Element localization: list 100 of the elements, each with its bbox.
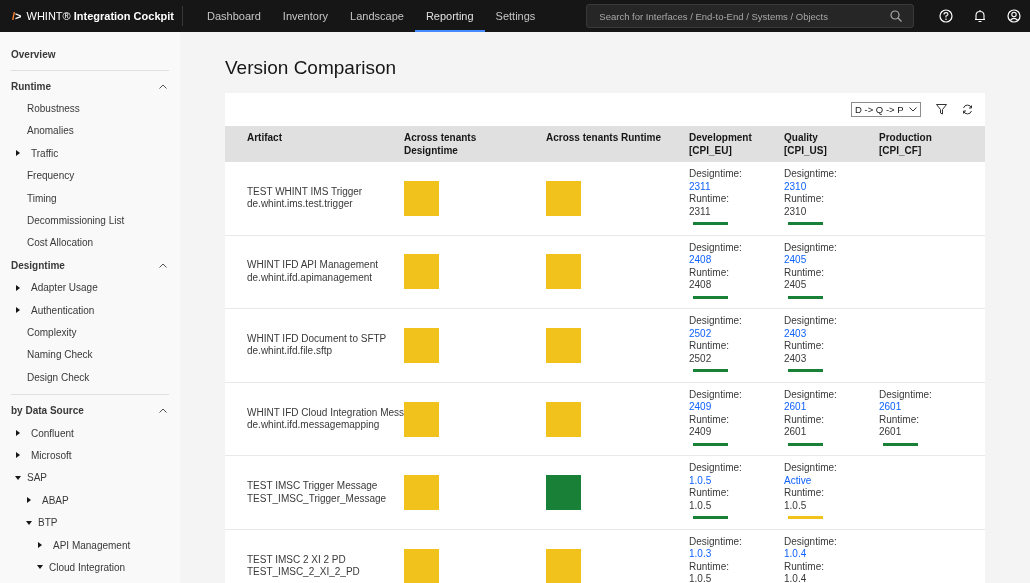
- version-link[interactable]: 2310: [784, 180, 807, 193]
- version-value: 2310: [784, 205, 807, 218]
- version-value: 1.0.4: [784, 573, 807, 583]
- artifact-id: de.whint.ims.test.trigger: [247, 198, 354, 211]
- version-label: Designtime:: [689, 241, 742, 255]
- sidebar-item[interactable]: Robustness: [11, 97, 169, 120]
- version-label: Runtime:: [879, 413, 919, 427]
- version-label: Runtime:: [784, 340, 824, 353]
- artifact-name: WHINT IFD API Management: [247, 259, 379, 272]
- sidebar-item[interactable]: Cloud Integration: [11, 556, 169, 579]
- version-label: Runtime:: [784, 487, 824, 500]
- version-value: 2502: [689, 352, 712, 366]
- page-title: Version Comparison: [225, 56, 398, 80]
- version-link[interactable]: 2403: [784, 327, 807, 341]
- version-value: 1.0.5: [689, 499, 712, 513]
- version-label: Designtime:: [689, 168, 742, 181]
- nav-tab[interactable]: Landscape: [339, 0, 415, 32]
- nav-tab[interactable]: Inventory: [271, 0, 340, 32]
- version-link[interactable]: 2502: [689, 327, 712, 341]
- artifact-name: WHINT IFD Document to SFTP: [247, 333, 388, 346]
- version-label: Designtime:: [689, 315, 742, 328]
- sidebar-item[interactable]: Complexity: [11, 321, 169, 344]
- sidebar-item[interactable]: Cost Allocation: [11, 231, 169, 255]
- version-label: Designtime:: [784, 535, 837, 549]
- version-label: Designtime:: [689, 388, 742, 402]
- logo-mark: />: [12, 10, 22, 22]
- version-label: Runtime:: [689, 560, 729, 574]
- product-name: WHINT® Integration Cockpit: [26, 10, 174, 22]
- artifact-name: TEST IMSC 2 XI 2 PD: [247, 553, 347, 567]
- version-label: Designtime:: [784, 388, 837, 402]
- version-link[interactable]: 2601: [784, 401, 807, 414]
- artifact-id: de.whint.ifd.apimanagement: [247, 271, 374, 285]
- version-label: Runtime:: [689, 266, 729, 280]
- sidebar-item[interactable]: Decommissioning List: [11, 209, 169, 232]
- search-field[interactable]: Search for Interfaces / End-to-End / Systems / Objects: [586, 4, 915, 28]
- version-link[interactable]: 2311: [689, 180, 711, 193]
- version-label: Runtime:: [689, 487, 729, 500]
- version-label: Designtime:: [784, 462, 837, 475]
- sidebar-item[interactable]: Traffic: [11, 142, 169, 165]
- column-header: Artifact: [225, 126, 404, 162]
- sidebar-section[interactable]: Runtime: [11, 75, 169, 98]
- sidebar-item[interactable]: Authentication: [11, 298, 169, 322]
- version-value: 1.0.5: [689, 573, 712, 583]
- version-label: Designtime:: [689, 535, 742, 549]
- version-label: Designtime:: [784, 241, 837, 255]
- artifact-id: de.whint.ifd.file.sftp: [247, 345, 334, 358]
- path-select[interactable]: D -> Q -> P: [851, 102, 921, 117]
- version-link[interactable]: 1.0.3: [689, 548, 712, 561]
- artifact-id: de.whint.ifd.messagemapping: [247, 419, 381, 432]
- column-header: Production [CPI_CF]: [879, 126, 985, 162]
- version-link[interactable]: 2601: [879, 401, 902, 414]
- version-link[interactable]: 2409: [689, 401, 712, 414]
- version-value: 1.0.5: [784, 499, 807, 513]
- artifact-id: TEST_IMSC_Trigger_Message: [247, 492, 388, 506]
- version-link[interactable]: Active: [784, 474, 812, 488]
- sidebar-item[interactable]: Frequency: [11, 164, 169, 187]
- version-value: 2601: [879, 426, 902, 439]
- version-label: Designtime:: [784, 315, 837, 328]
- sidebar-section[interactable]: Designtime: [11, 254, 169, 277]
- nav-tab[interactable]: Dashboard: [196, 0, 272, 32]
- sidebar-item[interactable]: ABAP: [11, 489, 169, 512]
- column-header: Across tenants Runtime: [546, 126, 689, 162]
- version-value: 2311: [689, 205, 711, 218]
- version-link[interactable]: 2408: [689, 254, 712, 267]
- sidebar-item[interactable]: BTP: [11, 511, 169, 534]
- version-value: 2408: [689, 279, 712, 292]
- artifact-name: TEST IMSC Trigger Message: [247, 480, 379, 493]
- version-link[interactable]: 1.0.4: [784, 548, 807, 561]
- artifact-name: WHINT IFD Cloud Integration Mess: [247, 406, 404, 420]
- version-label: Runtime:: [689, 193, 729, 206]
- version-label: Runtime:: [689, 340, 729, 353]
- version-value: 2601: [784, 426, 807, 439]
- version-link[interactable]: 2405: [784, 254, 807, 267]
- sidebar-item[interactable]: Adapter Usage: [11, 276, 169, 299]
- version-label: Runtime:: [784, 413, 824, 427]
- version-label: Designtime:: [784, 168, 837, 181]
- version-label: Designtime:: [879, 388, 932, 402]
- sidebar-item[interactable]: Design Check: [11, 366, 169, 389]
- sidebar-item[interactable]: Confluent: [11, 421, 169, 445]
- column-header: Across tenants Designtime: [404, 126, 546, 162]
- sidebar-item[interactable]: Microsoft: [11, 444, 169, 467]
- version-label: Runtime:: [784, 193, 824, 206]
- column-header: Quality [CPI_US]: [784, 126, 879, 162]
- sidebar-link[interactable]: Overview: [11, 44, 169, 64]
- version-label: Designtime:: [689, 462, 742, 475]
- version-label: Runtime:: [689, 413, 729, 427]
- sidebar-section[interactable]: by Data Source: [11, 399, 169, 422]
- artifact-id: TEST_IMSC_2_XI_2_PD: [247, 566, 361, 579]
- nav-tab[interactable]: Settings: [484, 0, 547, 32]
- column-header: Development [CPI_EU]: [689, 126, 784, 162]
- version-label: Runtime:: [784, 266, 824, 280]
- sidebar-item[interactable]: Anomalies: [11, 119, 169, 143]
- version-value: 2403: [784, 352, 807, 366]
- version-link[interactable]: 1.0.5: [689, 474, 712, 488]
- version-value: 2405: [784, 279, 807, 292]
- sidebar-item[interactable]: Naming Check: [11, 343, 169, 367]
- artifact-name: TEST WHINT IMS Trigger: [247, 185, 364, 199]
- sidebar-item[interactable]: Timing: [11, 186, 169, 210]
- sidebar-item[interactable]: API Management: [11, 533, 169, 557]
- sidebar-item[interactable]: SAP: [11, 466, 169, 490]
